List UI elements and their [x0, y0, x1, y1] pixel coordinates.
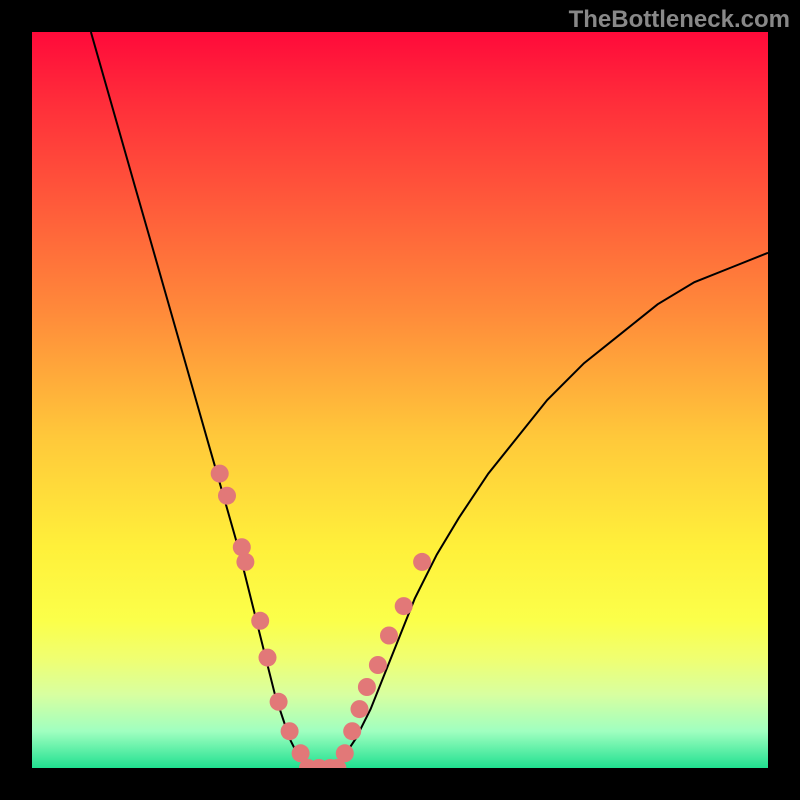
data-points	[211, 465, 431, 768]
chart-svg	[32, 32, 768, 768]
curve-line	[91, 32, 768, 768]
watermark-text: TheBottleneck.com	[569, 6, 790, 34]
chart-plot-area	[32, 32, 768, 768]
